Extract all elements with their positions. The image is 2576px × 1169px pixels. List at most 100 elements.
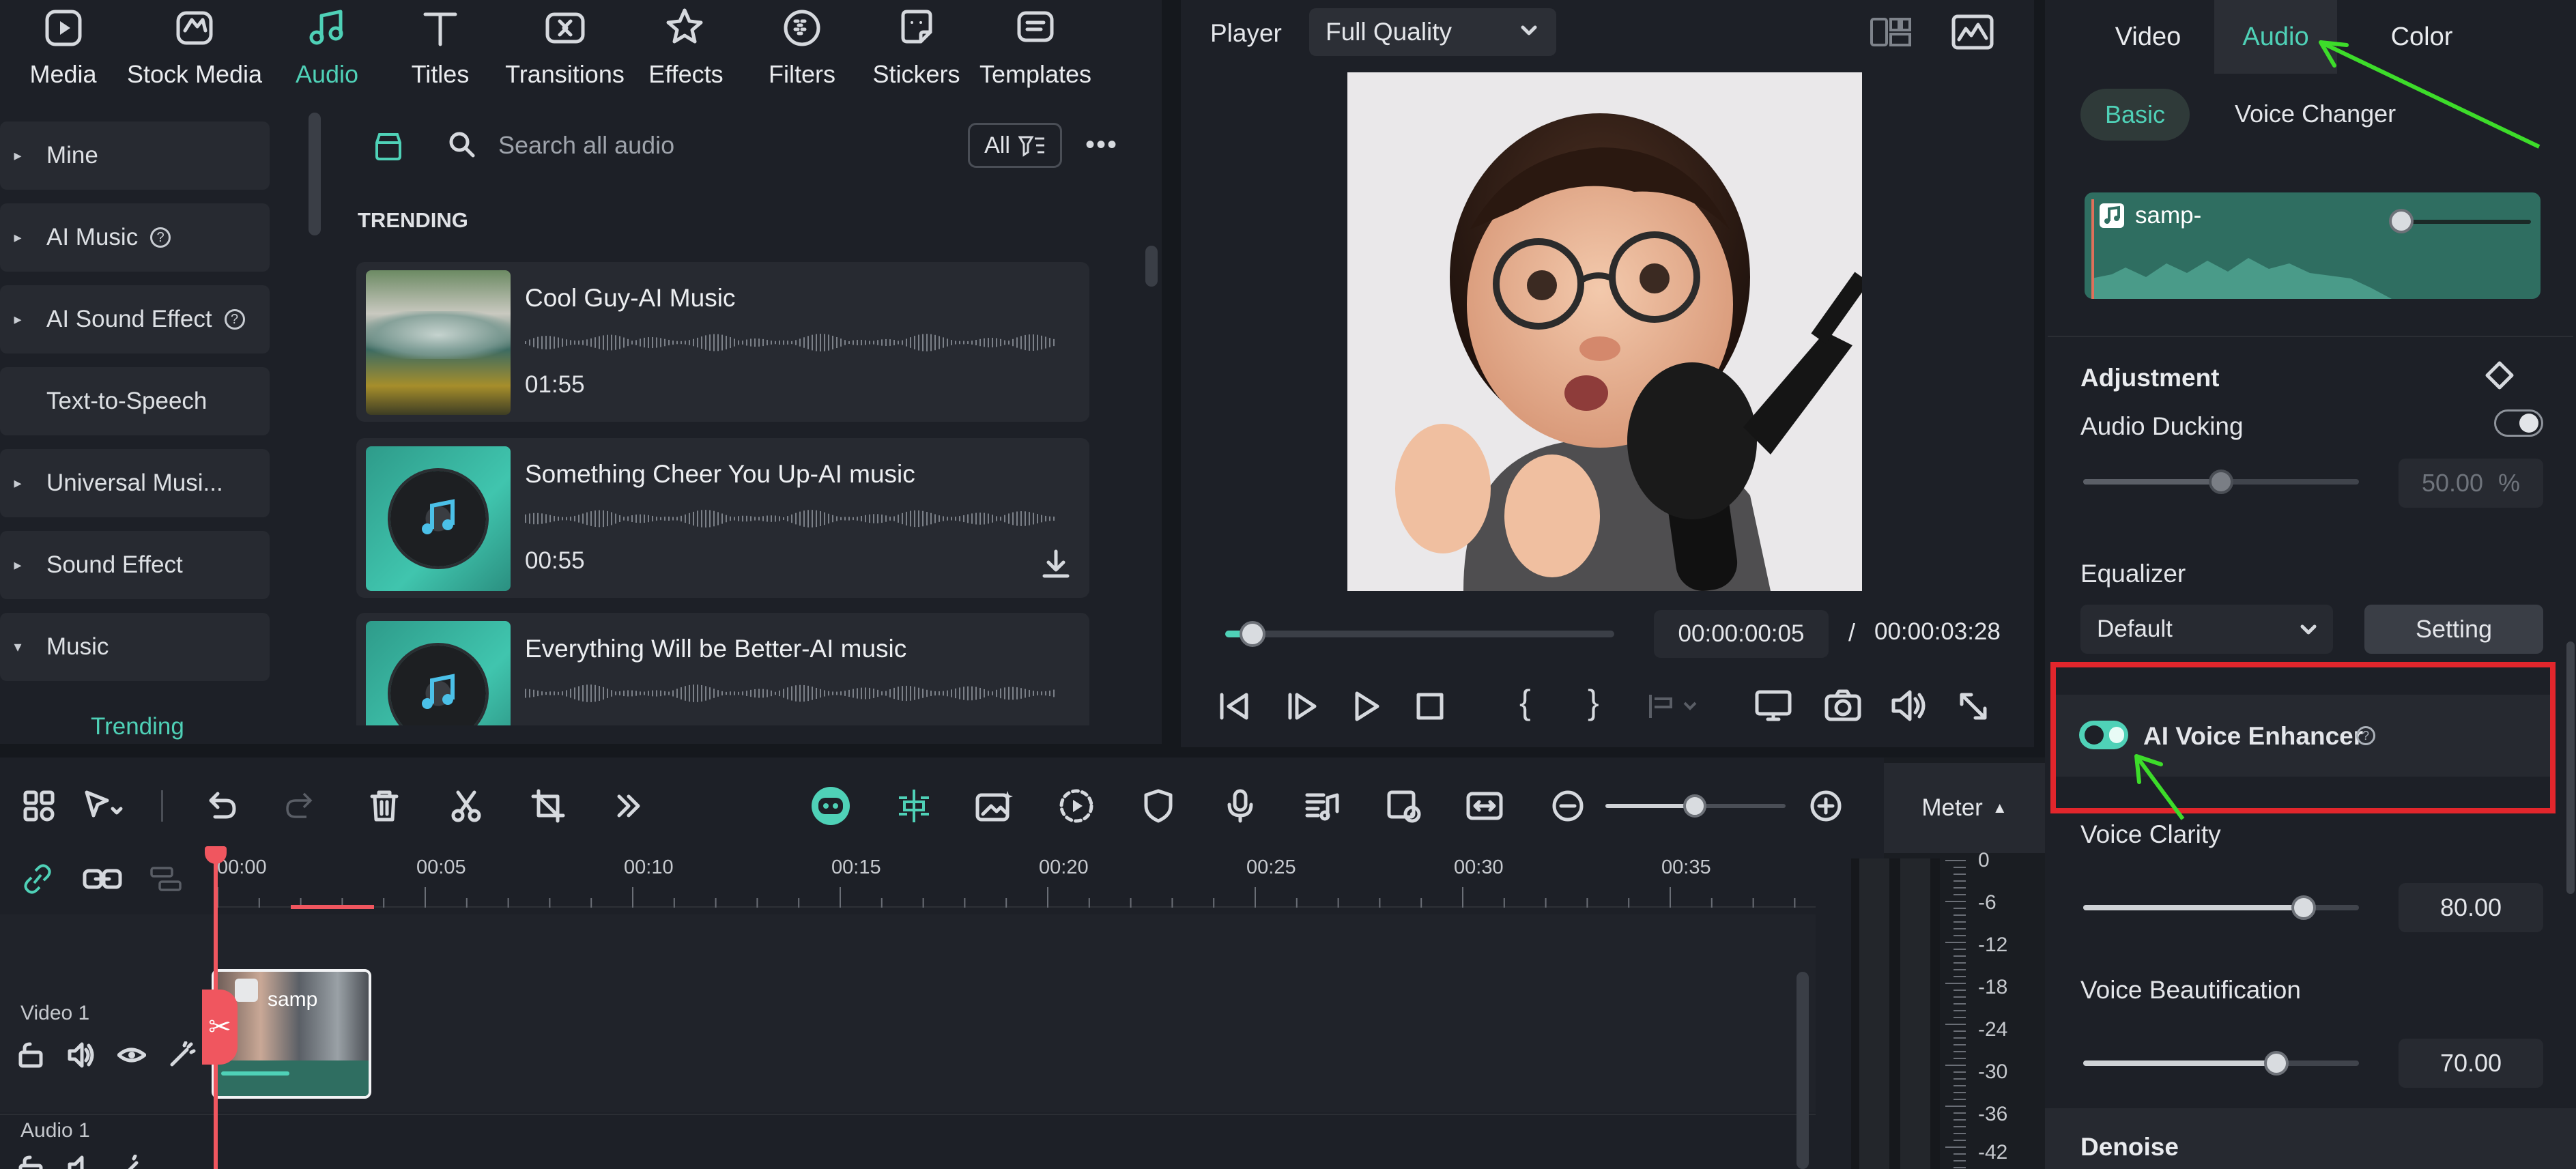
work-area-marker[interactable] [291, 905, 374, 909]
auto-snap-icon[interactable] [891, 783, 936, 828]
track-card[interactable]: Something Cheer You Up-AI music 00:55 [356, 438, 1089, 598]
redo-icon[interactable] [278, 783, 324, 828]
voice-beautification-value[interactable]: 70.00 [2399, 1039, 2543, 1088]
sidebar-item-text-to-speech[interactable]: Text-to-Speech [0, 367, 270, 435]
stop-icon[interactable] [1414, 691, 1446, 722]
waveform-view-icon[interactable] [1951, 14, 1994, 50]
snapshot-camera-icon[interactable] [1824, 688, 1862, 723]
audio-ducking-value[interactable]: 50.00 % [2399, 459, 2543, 508]
split-scissors-icon[interactable] [444, 783, 489, 828]
select-tool-icon[interactable] [81, 783, 126, 828]
eye-icon[interactable] [117, 1041, 146, 1069]
tab-templates[interactable]: Templates [977, 0, 1093, 96]
lock-icon[interactable] [16, 1041, 45, 1069]
store-icon[interactable] [362, 121, 415, 171]
right-panel-scrollbar[interactable] [2566, 641, 2575, 894]
sidebar-item-universal-music[interactable]: ▸ Universal Musi... [0, 449, 270, 517]
more-tools-icon[interactable] [606, 783, 651, 828]
tab-filters[interactable]: Filters [764, 0, 840, 96]
current-time[interactable]: 00:00:00:05 [1654, 610, 1829, 658]
play-icon[interactable] [1349, 689, 1383, 723]
insert-clip-icon[interactable] [1646, 691, 1708, 722]
timeline-scrollbar[interactable] [1797, 972, 1809, 1169]
group-link-icon[interactable] [82, 864, 123, 894]
track-settings-icon[interactable] [147, 864, 186, 894]
track-card[interactable]: Everything Will be Better-AI music [356, 613, 1089, 725]
playback-scrubber[interactable] [1225, 621, 1614, 647]
mask-shield-icon[interactable] [1136, 783, 1181, 828]
equalizer-setting-button[interactable]: Setting [2364, 605, 2543, 654]
volume-icon[interactable] [1889, 688, 1928, 723]
sidebar-item-music[interactable]: ▾ Music [0, 613, 270, 681]
crop-icon[interactable] [526, 783, 571, 828]
tab-stickers[interactable]: Stickers [872, 0, 960, 96]
sidebar-item-mine[interactable]: ▸ Mine [0, 121, 270, 190]
lock-icon[interactable] [16, 1155, 45, 1169]
mark-in-icon[interactable]: { [1519, 682, 1531, 722]
sidebar-scrollbar[interactable] [309, 113, 321, 235]
slider-handle[interactable] [2209, 470, 2233, 494]
zoom-out-icon[interactable] [1545, 783, 1590, 828]
tab-titles[interactable]: Titles [403, 0, 478, 96]
tab-stock-media[interactable]: Stock Media [123, 0, 266, 96]
tab-media[interactable]: Media [27, 0, 99, 96]
more-options-icon[interactable]: ••• [1085, 130, 1118, 160]
motion-tracking-icon[interactable] [1054, 783, 1099, 828]
grid-view-icon[interactable] [1869, 15, 1913, 49]
audio-clip-preview[interactable]: samp- [2085, 192, 2541, 299]
next-frame-icon[interactable] [1283, 689, 1321, 723]
tab-audio[interactable]: Audio [287, 0, 367, 96]
slider-handle[interactable] [2291, 895, 2317, 920]
ai-image-icon[interactable] [972, 783, 1017, 828]
audio-ducking-slider[interactable] [2083, 470, 2359, 494]
search-input[interactable]: Search all audio [498, 131, 674, 160]
layout-grid-icon[interactable] [16, 783, 61, 828]
clip-volume-handle[interactable] [2389, 209, 2414, 233]
equalizer-preset-select[interactable]: Default [2080, 605, 2333, 654]
audio-ducking-toggle[interactable] [2494, 409, 2543, 437]
volume-icon[interactable] [67, 1041, 96, 1069]
video-preview[interactable] [1347, 72, 1862, 591]
help-icon[interactable]: ? [224, 309, 245, 330]
fit-timeline-icon[interactable] [1462, 783, 1507, 828]
microphone-icon[interactable] [1218, 783, 1263, 828]
tab-effects[interactable]: Effects [648, 0, 724, 96]
filter-all-button[interactable]: All [968, 123, 1062, 168]
zoom-handle[interactable] [1683, 794, 1706, 818]
keyframe-diamond-icon[interactable] [2485, 360, 2515, 390]
tab-video[interactable]: Video [2093, 0, 2203, 74]
subtab-basic[interactable]: Basic [2080, 89, 2190, 141]
magic-wand-icon[interactable] [168, 1041, 197, 1069]
tab-transitions[interactable]: Transitions [505, 0, 625, 96]
audio-stretch-icon[interactable] [1300, 783, 1345, 828]
voice-beautification-slider[interactable] [2083, 1051, 2359, 1076]
help-icon[interactable]: ? [150, 227, 171, 248]
voice-clarity-value[interactable]: 80.00 [2399, 883, 2543, 932]
magic-wand-icon[interactable] [117, 1155, 146, 1169]
split-scissors-icon[interactable]: ✂ [202, 990, 238, 1065]
preview-render-icon[interactable] [1382, 783, 1427, 828]
ai-assistant-icon[interactable] [808, 783, 853, 828]
library-scrollbar[interactable] [1145, 246, 1158, 287]
sidebar-item-ai-music[interactable]: ▸ AI Music ? [0, 203, 270, 272]
quality-select[interactable]: Full Quality [1309, 8, 1556, 56]
sidebar-item-ai-sound-effect[interactable]: ▸ AI Sound Effect ? [0, 285, 270, 353]
download-icon[interactable] [1039, 547, 1073, 581]
display-settings-icon[interactable] [1754, 688, 1792, 723]
zoom-slider[interactable] [1605, 794, 1786, 818]
volume-icon[interactable] [67, 1155, 96, 1169]
delete-trash-icon[interactable] [362, 783, 407, 828]
undo-icon[interactable] [198, 783, 243, 828]
link-icon[interactable] [20, 864, 55, 894]
mark-out-icon[interactable]: } [1588, 682, 1599, 722]
slider-handle[interactable] [2263, 1051, 2289, 1076]
meter-toggle[interactable]: Meter ▲ [1884, 763, 2045, 853]
fullscreen-icon[interactable] [1956, 689, 1990, 723]
sidebar-subitem-trending[interactable]: Trending [91, 713, 184, 740]
voice-clarity-slider[interactable] [2083, 895, 2359, 920]
track-card[interactable]: Cool Guy-AI Music 01:55 [356, 262, 1089, 422]
scrubber-handle[interactable] [1239, 621, 1265, 647]
sidebar-item-sound-effect[interactable]: ▸ Sound Effect [0, 531, 270, 599]
previous-frame-icon[interactable] [1216, 689, 1255, 723]
zoom-in-icon[interactable] [1803, 783, 1848, 828]
